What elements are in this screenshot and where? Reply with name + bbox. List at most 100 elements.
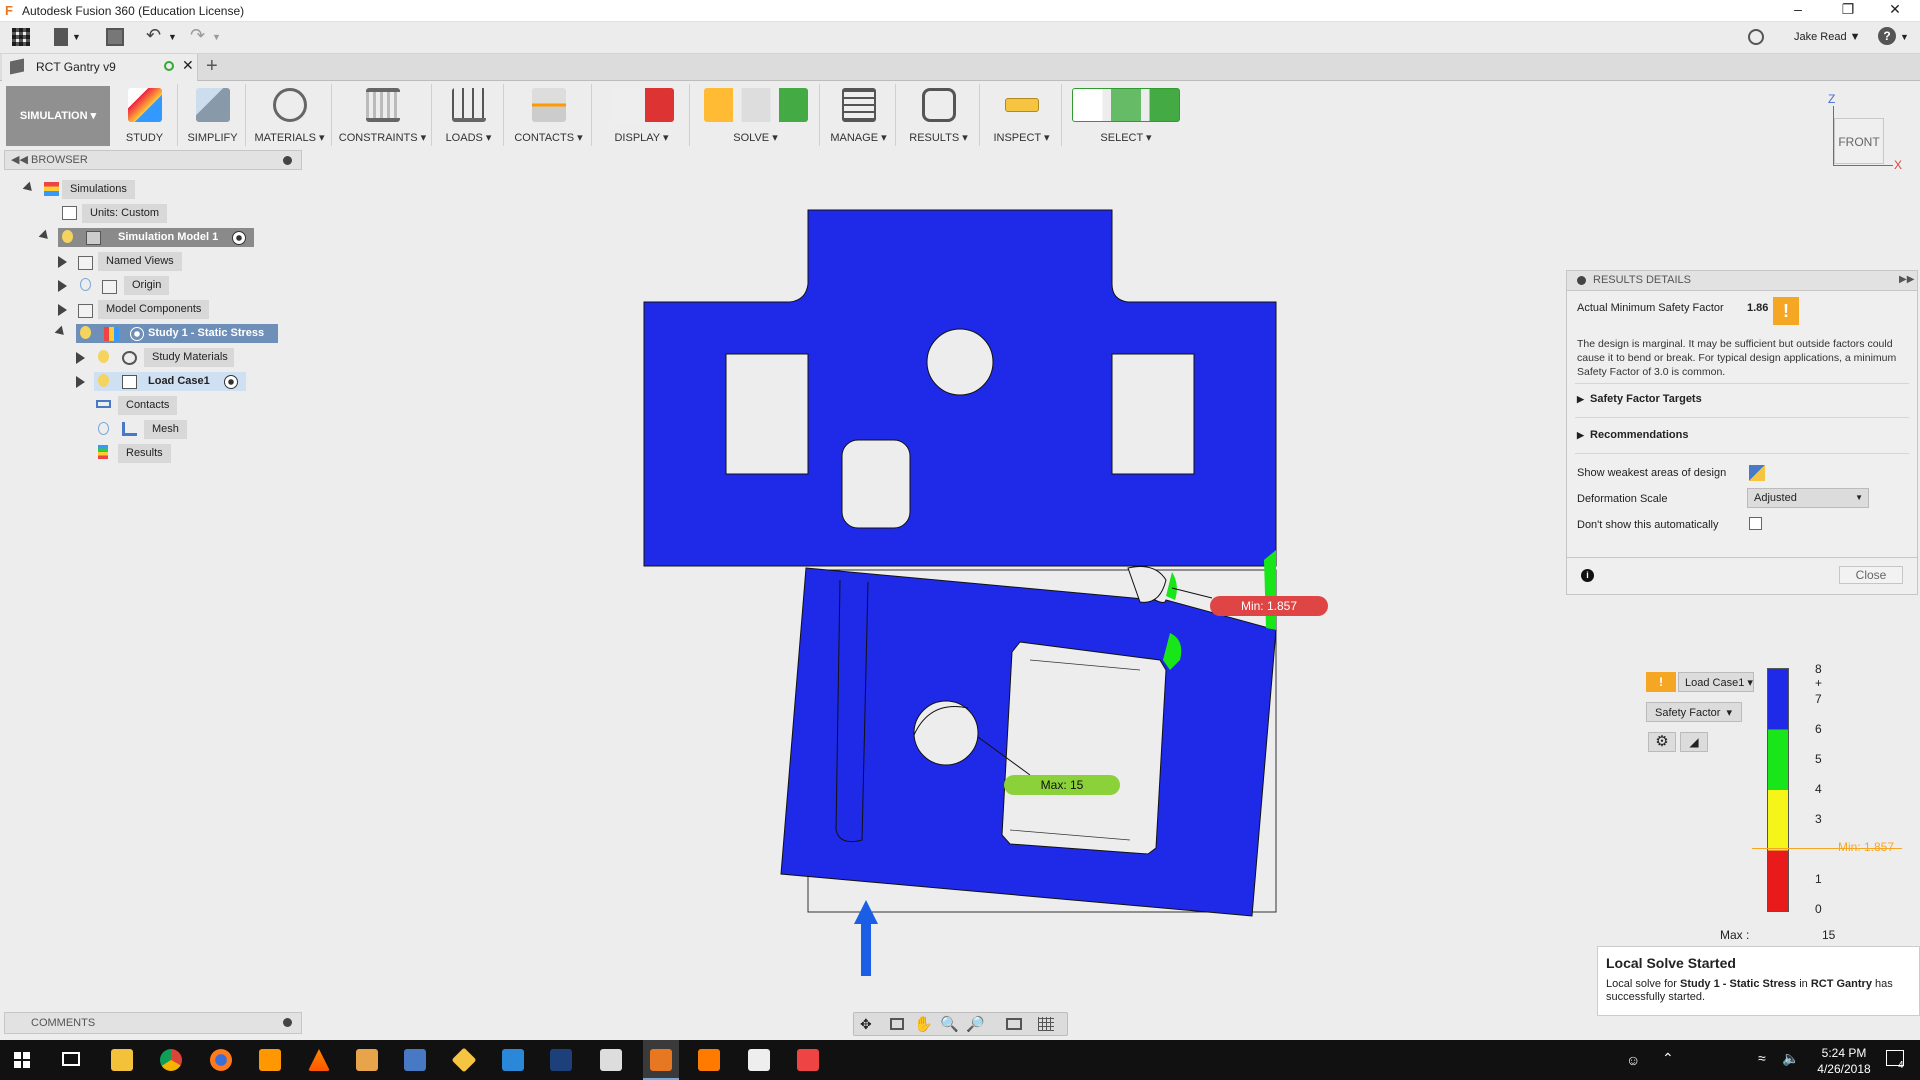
tray-volume-icon[interactable]: 🔈 (1782, 1050, 1799, 1067)
ribbon-display[interactable]: DISPLAY ▾ (594, 84, 690, 146)
browser-options-icon[interactable] (283, 156, 292, 165)
expand-arrow-icon[interactable] (54, 325, 68, 339)
clock-date[interactable]: 4/26/2018 (1814, 1062, 1874, 1076)
clock-time[interactable]: 5:24 PM (1814, 1046, 1874, 1060)
workspace-switcher[interactable]: SIMULATION ▾ (6, 86, 110, 146)
zoom-window-icon[interactable]: 🔍 (940, 1015, 959, 1033)
ribbon-select[interactable]: SELECT ▾ (1064, 84, 1188, 146)
calculator-icon[interactable] (748, 1049, 770, 1071)
file-explorer-icon[interactable] (111, 1049, 133, 1071)
save-icon[interactable] (106, 28, 124, 46)
tray-chevron-up-icon[interactable]: ⌃ (1662, 1050, 1674, 1067)
legend-range-icon[interactable]: ◢ (1680, 732, 1708, 752)
help-icon[interactable]: ? (1878, 27, 1896, 45)
network-app-icon[interactable] (404, 1049, 426, 1071)
expand-arrow-icon[interactable] (38, 229, 52, 243)
tree-node-model-components[interactable]: Model Components (98, 300, 210, 319)
display-settings-icon[interactable] (1006, 1018, 1022, 1030)
ribbon-inspect[interactable]: INSPECT ▾ (982, 84, 1062, 146)
safety-factor-targets-section[interactable]: ▶ Safety Factor Targets (1577, 393, 1702, 405)
activate-radio-icon[interactable] (130, 327, 144, 341)
pdf-viewer-icon[interactable] (356, 1049, 378, 1071)
file-menu-icon[interactable] (54, 28, 68, 46)
tree-node-units[interactable]: Units: Custom (82, 204, 168, 223)
tray-network-icon[interactable]: ≈ (1758, 1050, 1766, 1066)
collapse-panel-icon[interactable]: ◀◀ (11, 151, 28, 169)
tree-node-named-views[interactable]: Named Views (98, 252, 182, 271)
collapse-icon[interactable] (1577, 276, 1586, 285)
pan-hand-icon[interactable]: ✋ (914, 1015, 933, 1033)
ribbon-constraints[interactable]: CONSTRAINTS ▾ (334, 84, 432, 146)
task-view-icon[interactable] (62, 1052, 80, 1066)
job-status-clock-icon[interactable] (1748, 29, 1764, 45)
chevron-down-icon[interactable]: ▼ (212, 32, 221, 42)
chrome-icon[interactable] (160, 1049, 182, 1071)
dont-show-checkbox[interactable] (1749, 517, 1762, 530)
activate-radio-icon[interactable] (232, 231, 246, 245)
visibility-bulb-icon[interactable] (98, 350, 109, 363)
tree-node-results[interactable]: Results (118, 444, 171, 463)
ribbon-contacts[interactable]: CONTACTS ▾ (506, 84, 592, 146)
ribbon-loads[interactable]: LOADS ▾ (434, 84, 504, 146)
firefox-icon[interactable] (210, 1049, 232, 1071)
data-panel-grid-icon[interactable] (12, 28, 30, 46)
close-window-button[interactable]: ✕ (1875, 1, 1915, 18)
visibility-bulb-icon[interactable] (80, 278, 91, 291)
redo-icon[interactable]: ↷ (190, 25, 205, 46)
zoom-icon[interactable]: 🔎 (966, 1015, 985, 1033)
recommendations-section[interactable]: ▶ Recommendations (1577, 429, 1688, 441)
ribbon-study[interactable]: STUDY (112, 84, 178, 146)
ribbon-materials[interactable]: MATERIALS ▾ (248, 84, 332, 146)
close-tab-icon[interactable]: ✕ (182, 57, 194, 74)
deformation-scale-dropdown[interactable]: Adjusted ▼ (1747, 488, 1869, 508)
windows-start-icon[interactable] (14, 1052, 30, 1068)
expand-panel-icon[interactable]: ▶▶ (1899, 271, 1914, 289)
visibility-bulb-icon[interactable] (80, 326, 91, 339)
look-at-icon[interactable] (890, 1018, 904, 1030)
gantry-plate-lower[interactable] (780, 550, 1277, 917)
activate-radio-icon[interactable] (224, 375, 238, 389)
tree-node-simulations[interactable]: Simulations (62, 180, 135, 199)
ribbon-manage[interactable]: MANAGE ▾ (822, 84, 896, 146)
sublime-text-icon[interactable] (259, 1049, 281, 1071)
ribbon-results[interactable]: RESULTS ▾ (898, 84, 980, 146)
3d-app-icon[interactable] (550, 1049, 572, 1071)
visibility-bulb-icon[interactable] (98, 422, 109, 435)
min-callout[interactable]: Min: 1.857 (1210, 596, 1328, 616)
comments-panel[interactable]: COMMENTS (4, 1012, 302, 1034)
weakest-areas-icon[interactable] (1749, 465, 1765, 481)
ribbon-simplify[interactable]: SIMPLIFY (180, 84, 246, 146)
legend-settings-gear-icon[interactable]: ⚙ (1648, 732, 1676, 752)
viewcube-face-front[interactable]: FRONT (1834, 118, 1884, 164)
close-button[interactable]: Close (1839, 566, 1903, 584)
app-red-icon[interactable] (797, 1049, 819, 1071)
expand-arrow-icon[interactable] (58, 280, 67, 292)
legend-warning-icon[interactable]: ! (1646, 672, 1676, 692)
expand-arrow-icon[interactable] (76, 376, 85, 388)
add-comment-icon[interactable] (283, 1018, 292, 1027)
inkscape-icon[interactable] (600, 1049, 622, 1071)
load-case-dropdown[interactable]: Load Case1 ▾ (1678, 672, 1754, 692)
ribbon-solve[interactable]: SOLVE ▾ (692, 84, 820, 146)
eagle-icon[interactable] (698, 1049, 720, 1071)
max-callout[interactable]: Max: 15 (1004, 775, 1120, 795)
chevron-down-icon[interactable]: ▼ (1900, 32, 1909, 42)
info-icon[interactable]: i (1581, 569, 1594, 582)
tray-people-icon[interactable]: ☺ (1626, 1052, 1640, 1068)
gantry-plate-upper[interactable] (643, 209, 1277, 567)
tree-node-contacts[interactable]: Contacts (118, 396, 178, 415)
visibility-bulb-icon[interactable] (62, 230, 73, 243)
tree-node-mesh[interactable]: Mesh (144, 420, 187, 439)
tree-node-study-materials[interactable]: Study Materials (144, 348, 234, 367)
chevron-down-icon[interactable]: ▼ (168, 32, 177, 42)
minimize-button[interactable]: – (1778, 1, 1818, 17)
orbit-icon[interactable]: ✥ (860, 1016, 872, 1033)
grid-icon[interactable] (1038, 1017, 1054, 1031)
fusion-360-icon[interactable] (650, 1049, 672, 1071)
new-tab-button[interactable]: + (206, 55, 218, 78)
restore-button[interactable]: ❐ (1828, 1, 1868, 18)
expand-arrow-icon[interactable] (76, 352, 85, 364)
undo-icon[interactable]: ↶ (146, 25, 161, 46)
visibility-bulb-icon[interactable] (98, 374, 109, 387)
local-solve-toast[interactable]: Local Solve Started Local solve for Stud… (1597, 946, 1920, 1016)
